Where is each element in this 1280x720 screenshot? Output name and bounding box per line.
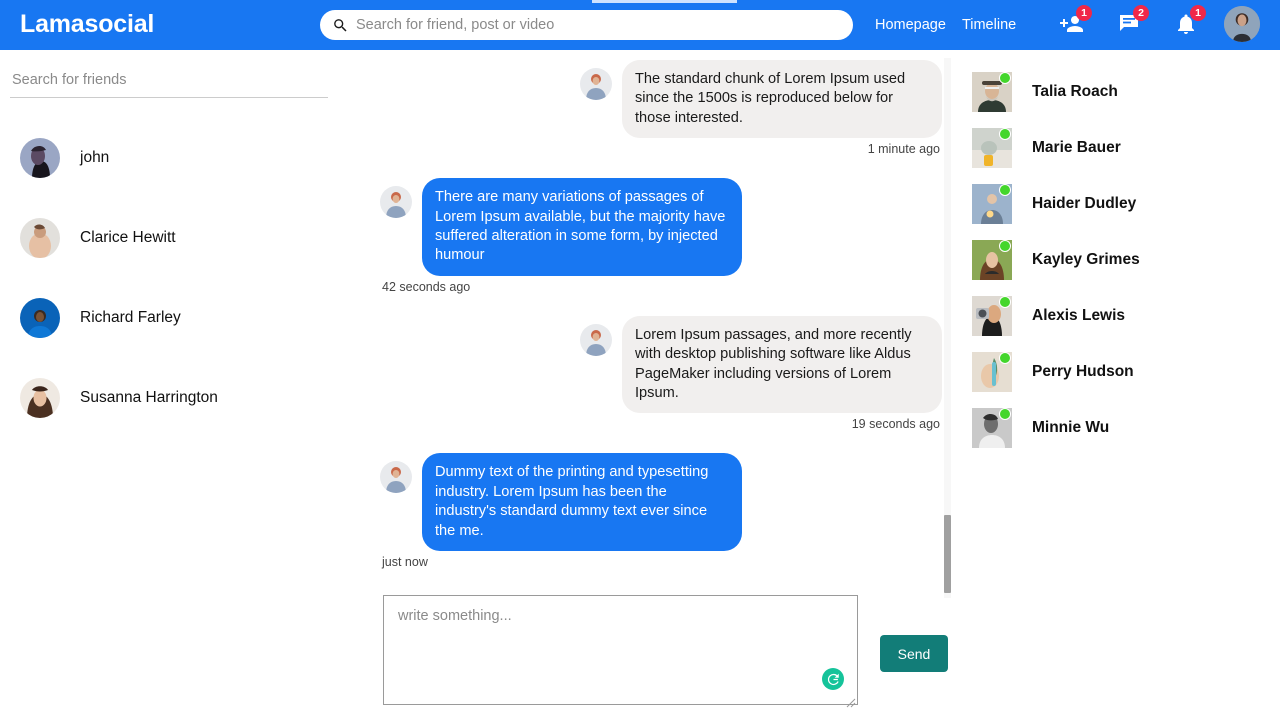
online-friend-minnie-wu[interactable]: Minnie Wu [972, 400, 1280, 456]
message-bubble: Lorem Ipsum passages, and more recently … [622, 315, 942, 414]
avatar[interactable] [1224, 6, 1260, 42]
search-input[interactable] [356, 17, 841, 33]
online-avatar-wrapper [972, 240, 1012, 280]
conversation-name: Susanna Harrington [80, 389, 218, 406]
online-avatar-wrapper [972, 184, 1012, 224]
message-avatar [380, 186, 412, 219]
online-friend-perry-hudson[interactable]: Perry Hudson [972, 344, 1280, 400]
message-row: Dummy text of the printing and typesetti… [380, 453, 942, 552]
top-navigation-bar: Lamasocial Homepage Timeline 1 2 1 [0, 0, 1280, 50]
message-row: The standard chunk of Lorem Ipsum used s… [380, 60, 942, 139]
friend-search-input[interactable] [10, 68, 328, 98]
search-icon [332, 17, 349, 34]
online-friend-alexis-lewis[interactable]: Alexis Lewis [972, 288, 1280, 344]
nav-link-timeline[interactable]: Timeline [962, 17, 1016, 33]
message-timestamp: just now [382, 555, 428, 570]
message-bubble: Dummy text of the printing and typesetti… [422, 453, 742, 552]
online-status-dot [999, 240, 1011, 252]
message-avatar [580, 323, 612, 356]
chat-scrollbar-thumb[interactable] [944, 515, 951, 593]
online-status-dot [999, 296, 1011, 308]
conversation-item-susanna-harrington[interactable]: Susanna Harrington [10, 358, 330, 438]
message-composer [383, 595, 858, 710]
bell-icon-badge: 1 [1190, 5, 1206, 21]
chat-icon[interactable]: 2 [1117, 5, 1149, 36]
global-search-bar[interactable] [320, 10, 853, 40]
online-friend-talia-roach[interactable]: Talia Roach [972, 64, 1280, 120]
online-friend-name: Haider Dudley [1032, 195, 1137, 212]
conversation-name: john [80, 149, 110, 166]
conversation-avatar [20, 298, 60, 338]
person-icon-badge: 1 [1076, 5, 1092, 21]
nav-link-homepage[interactable]: Homepage [875, 17, 946, 33]
message-timestamp: 19 seconds ago [851, 417, 940, 432]
person-icon[interactable]: 1 [1060, 5, 1092, 36]
right-sidebar: Talia Roach Marie Bauer Haider Dudley Ka… [960, 50, 1280, 720]
conversation-list: john Clarice Hewitt Richard Farley Susan… [10, 118, 330, 438]
conversation-name: Clarice Hewitt [80, 229, 176, 246]
online-status-dot [999, 72, 1011, 84]
online-status-dot [999, 408, 1011, 420]
online-friend-marie-bauer[interactable]: Marie Bauer [972, 120, 1280, 176]
nav-links: Homepage Timeline [875, 17, 1016, 33]
nav-icon-group: 1 2 1 [1060, 5, 1206, 36]
message-row: Lorem Ipsum passages, and more recently … [380, 315, 942, 414]
online-friend-name: Talia Roach [1032, 83, 1118, 100]
online-friend-name: Kayley Grimes [1032, 251, 1140, 268]
send-button[interactable]: Send [880, 635, 948, 672]
message-bubble: The standard chunk of Lorem Ipsum used s… [622, 60, 942, 139]
composer-textarea-wrapper [383, 595, 858, 710]
online-friend-name: Perry Hudson [1032, 363, 1134, 380]
online-friend-haider-dudley[interactable]: Haider Dudley [972, 176, 1280, 232]
online-friend-name: Marie Bauer [1032, 139, 1121, 156]
message-avatar [580, 68, 612, 100]
conversation-avatar [20, 378, 60, 418]
chat-icon-badge: 2 [1133, 5, 1149, 21]
conversation-avatar [20, 138, 60, 178]
bell-icon[interactable]: 1 [1174, 5, 1206, 36]
online-avatar-wrapper [972, 72, 1012, 112]
conversation-item-clarice-hewitt[interactable]: Clarice Hewitt [10, 198, 330, 278]
online-status-dot [999, 184, 1011, 196]
online-friend-name: Minnie Wu [1032, 419, 1110, 436]
message-avatar [380, 461, 412, 494]
online-avatar-wrapper [972, 296, 1012, 336]
online-avatar-wrapper [972, 408, 1012, 448]
message-timestamp: 42 seconds ago [382, 279, 471, 294]
message-bubble: There are many variations of passages of… [422, 178, 742, 276]
message-input[interactable] [383, 595, 858, 705]
left-sidebar: john Clarice Hewitt [0, 50, 340, 720]
online-friend-name: Alexis Lewis [1032, 307, 1126, 324]
top-accent-strip [592, 0, 737, 3]
online-avatar-wrapper [972, 128, 1012, 168]
brand-logo[interactable]: Lamasocial [20, 10, 154, 39]
conversation-name: Richard Farley [80, 309, 181, 326]
avatar-image [1224, 6, 1260, 42]
message-list: The standard chunk of Lorem Ipsum used s… [340, 50, 960, 590]
online-status-dot [999, 128, 1011, 140]
conversation-item-richard-farley[interactable]: Richard Farley [10, 278, 330, 358]
grammarly-icon[interactable] [822, 668, 844, 690]
online-status-dot [999, 352, 1011, 364]
online-friend-kayley-grimes[interactable]: Kayley Grimes [972, 232, 1280, 288]
message-timestamp: 1 minute ago [867, 142, 940, 157]
online-avatar-wrapper [972, 352, 1012, 392]
conversation-item-john[interactable]: john [10, 118, 330, 198]
message-row: There are many variations of passages of… [380, 178, 942, 276]
conversation-avatar [20, 218, 60, 258]
